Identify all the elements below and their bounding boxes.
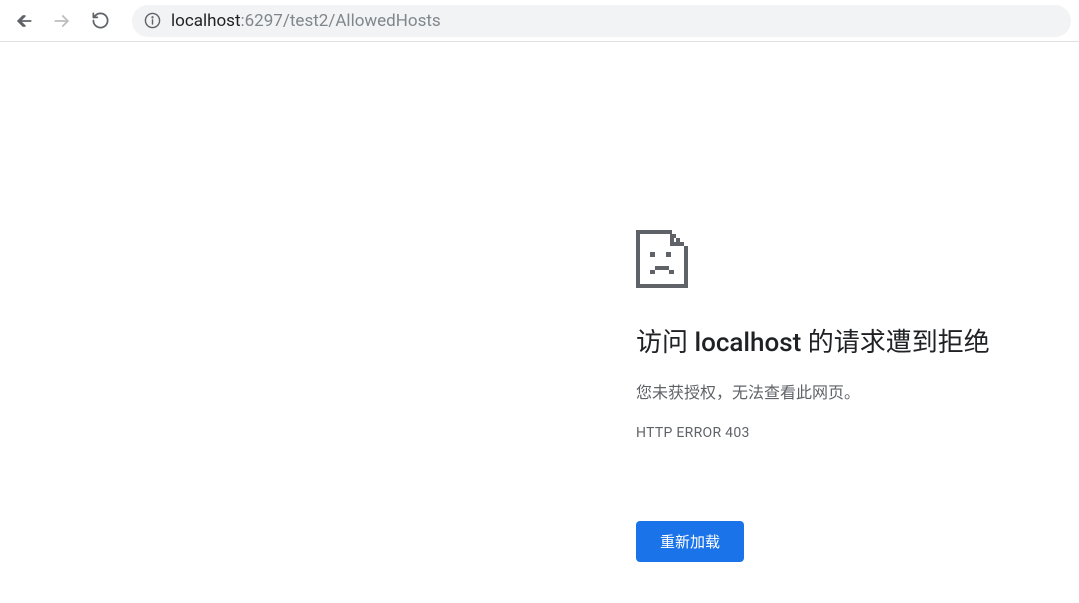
sad-page-icon <box>636 230 1056 292</box>
error-title-suffix: 的请求遭到拒绝 <box>801 328 989 358</box>
reload-page-button[interactable]: 重新加载 <box>636 521 744 562</box>
arrow-left-icon <box>14 11 34 31</box>
error-title: 访问 localhost 的请求遭到拒绝 <box>636 326 1056 361</box>
reload-button[interactable] <box>84 5 116 37</box>
site-info-icon[interactable] <box>144 12 161 29</box>
url-host: localhost <box>171 11 241 31</box>
error-code: HTTP ERROR 403 <box>636 425 1056 441</box>
browser-toolbar: localhost:6297/test2/AllowedHosts <box>0 0 1079 42</box>
error-title-host: localhost <box>694 328 801 358</box>
url-text: localhost:6297/test2/AllowedHosts <box>171 11 441 31</box>
url-path: :6297/test2/AllowedHosts <box>241 11 441 31</box>
arrow-right-icon <box>52 11 72 31</box>
error-title-prefix: 访问 <box>636 328 694 358</box>
error-description: 您未获授权，无法查看此网页。 <box>636 379 1056 403</box>
address-bar[interactable]: localhost:6297/test2/AllowedHosts <box>132 5 1071 37</box>
forward-button[interactable] <box>46 5 78 37</box>
back-button[interactable] <box>8 5 40 37</box>
reload-icon <box>91 11 110 30</box>
error-content: 访问 localhost 的请求遭到拒绝 您未获授权，无法查看此网页。 HTTP… <box>636 230 1056 562</box>
